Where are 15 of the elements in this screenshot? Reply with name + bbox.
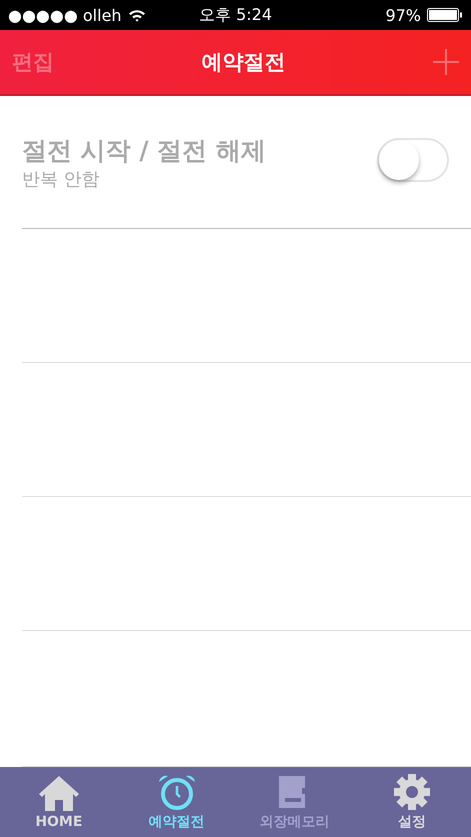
tab[interactable]: 예약절전 <box>118 773 236 831</box>
repeat-text: 반복 안함 <box>22 168 101 191</box>
clock-text: 오후 5:24 <box>198 4 273 26</box>
battery-text: 97% <box>385 6 421 24</box>
house-icon <box>36 774 81 812</box>
battery-icon <box>427 8 463 22</box>
screen-title: 예약절전 <box>202 49 286 76</box>
settings-icon <box>393 773 432 811</box>
toggle-switch[interactable] <box>377 138 449 182</box>
wifi-icon <box>128 8 146 22</box>
carrier-text: ●●●●● olleh <box>8 6 122 24</box>
alarm-clock-icon <box>156 773 197 811</box>
tab[interactable]: 설정 <box>353 773 471 831</box>
tab[interactable]: HOME <box>0 774 118 830</box>
schedule-title: 절전 시작 / 절전 해제 <box>22 135 266 167</box>
